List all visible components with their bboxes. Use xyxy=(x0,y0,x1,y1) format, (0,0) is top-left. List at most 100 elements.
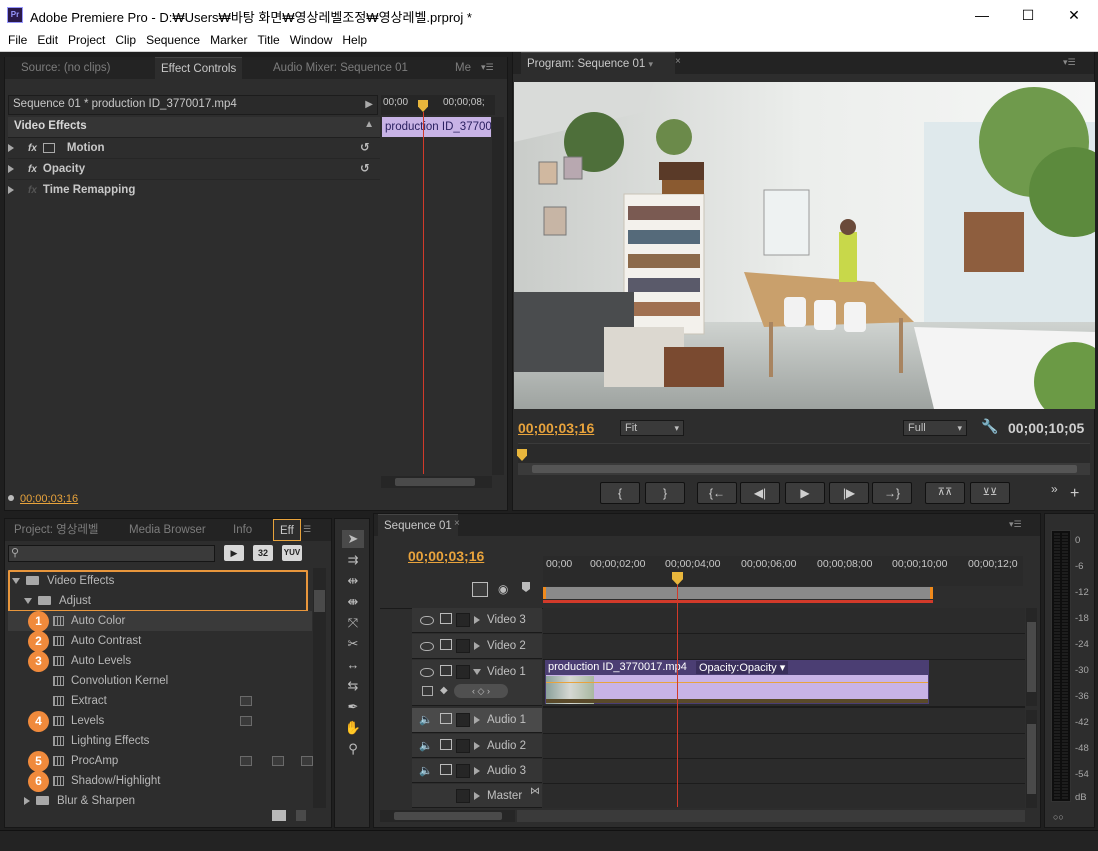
panel-menu-icon[interactable]: ☰ xyxy=(303,524,311,535)
quality-dropdown[interactable]: Full ▾ xyxy=(903,420,967,436)
effect-row-time-remapping[interactable]: fx Time Remapping xyxy=(8,180,380,201)
tab-effect-controls[interactable]: Effect Controls xyxy=(155,57,243,79)
expand-arrow-icon[interactable]: ▶ xyxy=(365,99,373,110)
effect-auto-contrast[interactable]: 2 Auto Contrast xyxy=(8,631,312,652)
expand-icon[interactable] xyxy=(474,742,480,750)
menu-sequence[interactable]: Sequence xyxy=(141,30,205,51)
tab-source[interactable]: Source: (no clips) xyxy=(15,57,116,79)
menu-title[interactable]: Title xyxy=(252,30,284,51)
clip-effect-dropdown[interactable]: Opacity:Opacity ▾ xyxy=(696,661,789,674)
eye-icon[interactable] xyxy=(420,668,434,677)
lift-button[interactable]: ⊼⊼ xyxy=(925,482,965,504)
effect-levels[interactable]: 4 Levels xyxy=(8,711,312,732)
lock-toggle[interactable] xyxy=(456,613,470,627)
effect-shadow-highlight[interactable]: 6 Shadow/Highlight xyxy=(8,771,312,792)
32bit-effects-icon[interactable]: 32 xyxy=(253,545,273,561)
track-content-area[interactable] xyxy=(543,608,1025,808)
expand-icon[interactable] xyxy=(474,642,480,650)
track-header-master[interactable]: Master ⋈ xyxy=(412,784,542,808)
menu-marker[interactable]: Marker xyxy=(205,30,252,51)
lock-toggle[interactable] xyxy=(456,789,470,803)
add-button-icon[interactable]: + xyxy=(1070,486,1079,502)
ec-timeline-ruler[interactable]: 00;00 00;00;08; xyxy=(381,95,495,115)
effect-procamp[interactable]: 5 ProcAmp xyxy=(8,751,313,772)
lock-toggle[interactable] xyxy=(456,739,470,753)
trash-icon[interactable] xyxy=(296,810,306,821)
tab-audio-mixer[interactable]: Audio Mixer: Sequence 01 xyxy=(267,57,414,79)
effect-lighting-effects[interactable]: Lighting Effects xyxy=(8,731,312,751)
yuv-effects-icon[interactable]: YUV xyxy=(282,545,302,561)
go-to-in-button[interactable]: {← xyxy=(697,482,737,504)
expand-icon[interactable] xyxy=(474,716,480,724)
tab-media-browser[interactable]: Media Browser xyxy=(123,519,212,541)
fx-icon[interactable]: fx xyxy=(28,143,37,154)
eye-icon[interactable] xyxy=(420,616,434,625)
menu-clip[interactable]: Clip xyxy=(110,30,141,51)
go-to-out-button[interactable]: →} xyxy=(872,482,912,504)
reset-icon[interactable]: ↺ xyxy=(360,159,370,180)
tab-metadata[interactable]: Me xyxy=(449,57,477,79)
effect-row-motion[interactable]: fx Motion ↺ xyxy=(8,138,380,159)
menu-window[interactable]: Window xyxy=(285,30,338,51)
step-forward-button[interactable]: |▶ xyxy=(829,482,869,504)
display-style-icon[interactable] xyxy=(422,686,433,696)
sync-lock-icon[interactable] xyxy=(440,639,452,650)
mark-in-button[interactable]: { xyxy=(600,482,640,504)
expand-icon[interactable] xyxy=(8,143,14,152)
expand-icon[interactable] xyxy=(8,164,14,173)
sync-lock-icon[interactable] xyxy=(440,713,452,724)
track-header-video-2[interactable]: Video 2 xyxy=(412,634,542,659)
slide-tool-icon[interactable]: ⇆ xyxy=(342,677,364,695)
video-clip[interactable]: production ID_3770017.mp4 Opacity:Opacit… xyxy=(545,660,929,704)
slip-tool-icon[interactable]: ↔ xyxy=(342,656,364,674)
effect-row-opacity[interactable]: fx Opacity ↺ xyxy=(8,159,380,180)
keyframe-navigator[interactable]: ‹ ◇ › xyxy=(454,684,508,698)
minimize-button[interactable]: — xyxy=(959,0,1005,30)
audio-tracks-scrollbar[interactable] xyxy=(1026,710,1037,808)
lock-toggle[interactable] xyxy=(456,713,470,727)
speaker-icon[interactable]: 🔈 xyxy=(419,764,433,777)
more-controls-icon[interactable]: » xyxy=(1051,482,1058,496)
zoom-tool-icon[interactable]: ⚲ xyxy=(342,740,364,758)
program-scrubber[interactable] xyxy=(518,443,1090,463)
tree-blur-sharpen[interactable]: Blur & Sharpen xyxy=(8,791,312,811)
accelerated-effects-icon[interactable]: ▶ xyxy=(224,545,244,561)
sync-lock-icon[interactable] xyxy=(440,613,452,624)
razor-tool-icon[interactable]: ✂ xyxy=(342,635,364,653)
zoom-dropdown[interactable]: Fit ▾ xyxy=(620,420,684,436)
solo-buttons-icon[interactable]: ○○ xyxy=(1053,812,1064,822)
timeline-zoom-scroll[interactable] xyxy=(380,810,515,822)
master-toggle-icon[interactable]: ⋈ xyxy=(530,786,540,797)
effect-auto-levels[interactable]: 3 Auto Levels xyxy=(8,651,312,672)
video-tracks-scrollbar[interactable] xyxy=(1026,608,1037,706)
work-area-bar[interactable] xyxy=(543,587,933,599)
tab-info[interactable]: Info xyxy=(227,519,258,541)
selection-tool-icon[interactable]: ➤ xyxy=(342,530,364,548)
effect-auto-color[interactable]: 1 Auto Color xyxy=(8,611,312,632)
play-button[interactable]: ▶ xyxy=(785,482,825,504)
rolling-edit-tool-icon[interactable]: ⇼ xyxy=(342,593,364,611)
track-header-video-3[interactable]: Video 3 xyxy=(412,608,542,633)
tab-sequence-01[interactable]: Sequence 01 xyxy=(378,514,458,536)
expand-icon[interactable] xyxy=(474,792,480,800)
rate-stretch-tool-icon[interactable]: ⤧ xyxy=(342,614,364,632)
lock-toggle[interactable] xyxy=(456,665,470,679)
sync-lock-icon[interactable] xyxy=(440,739,452,750)
effect-convolution-kernel[interactable]: Convolution Kernel xyxy=(8,671,312,691)
panel-menu-icon[interactable]: ▾☰ xyxy=(1009,519,1022,530)
speaker-icon[interactable]: 🔈 xyxy=(419,713,433,726)
ec-timecode[interactable]: 00;00;03;16 xyxy=(20,493,78,505)
timeline-current-time[interactable]: 00;00;03;16 xyxy=(408,548,484,564)
track-header-audio-2[interactable]: 🔈 Audio 2 xyxy=(412,734,542,758)
expand-icon[interactable] xyxy=(474,767,480,775)
marker-icon[interactable]: ◉ xyxy=(498,582,508,596)
effect-extract[interactable]: Extract xyxy=(8,691,312,711)
tab-project[interactable]: Project: 영상레벨 xyxy=(8,519,105,541)
panel-menu-icon[interactable]: ▾☰ xyxy=(1063,57,1076,68)
program-zoom-bar[interactable] xyxy=(518,463,1090,475)
program-video-frame[interactable] xyxy=(514,82,1095,409)
expand-icon[interactable] xyxy=(474,616,480,624)
motion-transform-icon[interactable] xyxy=(42,142,55,153)
collapse-icon[interactable] xyxy=(473,669,481,675)
tab-close-icon[interactable]: × xyxy=(454,518,460,529)
